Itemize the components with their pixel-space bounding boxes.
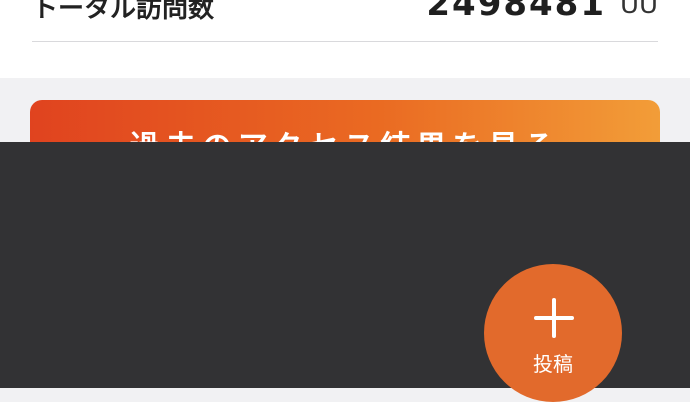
plus-icon [534, 298, 574, 338]
total-visits-row: トータル訪問数 2498481 UU [32, 0, 658, 40]
total-visits-value: 2498481 [426, 0, 606, 24]
post-fab-label: 投稿 [533, 352, 573, 376]
total-visits-unit: UU [619, 0, 658, 20]
divider [32, 41, 658, 42]
post-fab-button[interactable]: 投稿 [484, 264, 622, 402]
total-visits-label: トータル訪問数 [32, 0, 215, 24]
total-visits-card: トータル訪問数 2498481 UU [0, 0, 690, 78]
